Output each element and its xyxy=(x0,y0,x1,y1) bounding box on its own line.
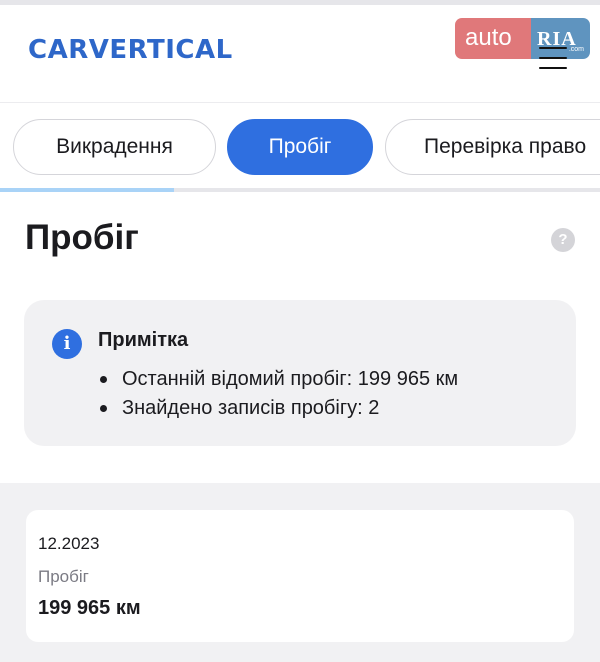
menu-line xyxy=(539,67,567,69)
section-tabs: Викрадення Пробіг Перевірка право xyxy=(0,103,600,189)
scroll-progress-bar xyxy=(0,188,600,192)
note-item: Останній відомий пробіг: 199 965 км xyxy=(98,365,458,394)
record-label: Пробіг xyxy=(38,567,89,586)
tab-mileage[interactable]: Пробіг xyxy=(227,119,373,175)
note-card: i Примітка Останній відомий пробіг: 199 … xyxy=(24,300,576,446)
menu-line xyxy=(539,47,567,49)
carvertical-logo[interactable]: CARVERTICAL xyxy=(28,35,233,65)
info-icon: i xyxy=(52,329,82,359)
menu-line xyxy=(539,57,567,59)
page-title: Пробіг xyxy=(25,218,139,257)
question-icon[interactable]: ? xyxy=(551,228,575,252)
note-list: Останній відомий пробіг: 199 965 км Знай… xyxy=(98,365,458,423)
site-header: CARVERTICAL auto RIA .com xyxy=(0,5,600,103)
record-date: 12.2023 xyxy=(38,534,100,553)
tab-rights-check[interactable]: Перевірка право xyxy=(385,119,600,175)
scroll-progress-fill xyxy=(0,188,174,192)
note-item: Знайдено записів пробігу: 2 xyxy=(98,394,458,423)
mileage-record-card: 12.2023 Пробіг 199 965 км xyxy=(26,510,574,642)
hamburger-menu-icon[interactable] xyxy=(536,47,570,73)
record-value: 199 965 км xyxy=(38,597,141,619)
watermark-auto: auto xyxy=(455,18,531,59)
tab-theft[interactable]: Викрадення xyxy=(13,119,216,175)
note-title: Примітка xyxy=(98,329,189,351)
watermark-com: .com xyxy=(568,46,584,53)
